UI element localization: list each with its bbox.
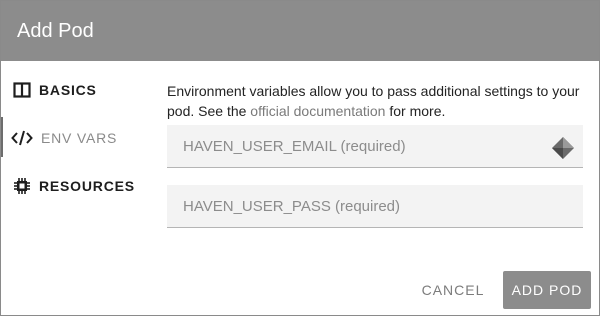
dialog-titlebar: Add Pod: [1, 1, 599, 61]
nav-item-label: ENV VARS: [41, 130, 118, 146]
field-placeholder: HAVEN_USER_EMAIL (required): [183, 138, 406, 155]
code-icon: [11, 129, 33, 147]
field-placeholder: HAVEN_USER_PASS (required): [183, 198, 401, 215]
description-text-end: for more.: [385, 103, 446, 119]
nav-item-env-vars[interactable]: ENV VARS: [1, 117, 153, 157]
add-pod-dialog: Add Pod BASICS ENV VARS RESOURCES Enviro…: [0, 0, 600, 316]
nav-item-resources[interactable]: RESOURCES: [1, 165, 151, 205]
haven-user-email-field[interactable]: HAVEN_USER_EMAIL (required): [167, 125, 583, 168]
chip-icon: [13, 177, 31, 195]
nav-item-label: RESOURCES: [39, 178, 135, 194]
add-pod-button[interactable]: ADD POD: [503, 271, 591, 309]
columns-icon: [13, 81, 31, 99]
cancel-button[interactable]: CANCEL: [409, 271, 497, 309]
autofill-diamond-icon[interactable]: [551, 136, 574, 159]
official-documentation-link[interactable]: official documentation: [250, 103, 385, 119]
env-vars-description: Environment variables allow you to pass …: [167, 81, 587, 121]
haven-user-pass-field[interactable]: HAVEN_USER_PASS (required): [167, 185, 583, 228]
nav-item-label: BASICS: [39, 82, 97, 98]
nav-item-basics[interactable]: BASICS: [1, 69, 151, 109]
dialog-title: Add Pod: [17, 20, 94, 42]
